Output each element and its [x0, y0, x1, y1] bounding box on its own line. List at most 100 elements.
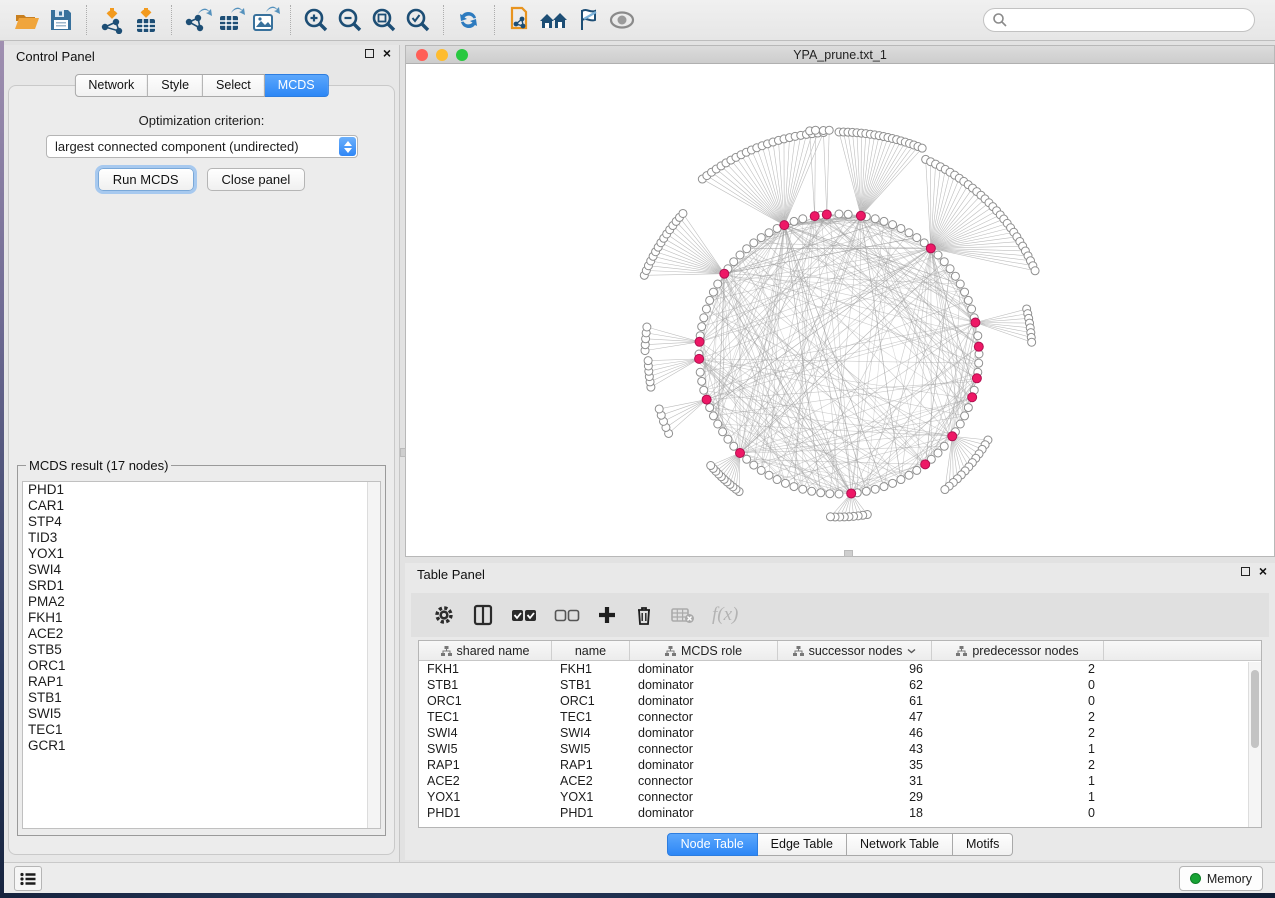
vizmap-icon[interactable] — [571, 4, 605, 36]
task-history-button[interactable] — [14, 866, 42, 891]
tab-mcds[interactable]: MCDS — [265, 74, 329, 97]
cell-predecessor-nodes[interactable]: 2 — [932, 725, 1104, 741]
network-node[interactable] — [946, 265, 954, 273]
cell-MCDS-role[interactable]: dominator — [630, 677, 778, 693]
network-node[interactable] — [862, 487, 870, 495]
mcds-result-item[interactable]: STP4 — [23, 514, 380, 530]
cell-MCDS-role[interactable]: connector — [630, 789, 778, 805]
network-graph[interactable] — [406, 64, 1274, 556]
network-from-clipboard-icon[interactable] — [503, 4, 537, 36]
network-node[interactable] — [702, 305, 710, 313]
mcds-hub-node[interactable] — [847, 489, 856, 498]
cell-successor-nodes[interactable]: 43 — [778, 741, 932, 757]
mcds-hub-node[interactable] — [972, 374, 981, 383]
cell-name[interactable]: YOX1 — [552, 789, 630, 805]
cell-predecessor-nodes[interactable]: 0 — [932, 677, 1104, 693]
network-node[interactable] — [913, 234, 921, 242]
cell-name[interactable]: SWI5 — [552, 741, 630, 757]
cell-shared-name[interactable]: FKH1 — [419, 661, 552, 677]
tab-motifs[interactable]: Motifs — [953, 833, 1013, 856]
save-session-icon[interactable] — [44, 4, 78, 36]
tab-network[interactable]: Network — [74, 74, 148, 97]
mcds-hub-node[interactable] — [968, 393, 977, 402]
zoom-selected-icon[interactable] — [401, 4, 435, 36]
cell-name[interactable]: ORC1 — [552, 693, 630, 709]
cell-predecessor-nodes[interactable]: 2 — [932, 661, 1104, 677]
tab-edge-table[interactable]: Edge Table — [758, 833, 847, 856]
network-node[interactable] — [706, 296, 714, 304]
refresh-icon[interactable] — [452, 4, 486, 36]
network-node[interactable] — [940, 258, 948, 266]
mcds-hub-node[interactable] — [856, 211, 865, 220]
network-node[interactable] — [905, 471, 913, 479]
cell-MCDS-role[interactable]: connector — [630, 709, 778, 725]
cell-name[interactable]: SWI4 — [552, 725, 630, 741]
table-row[interactable]: ORC1ORC1dominator610 — [419, 693, 1261, 709]
network-node[interactable] — [700, 314, 708, 322]
deselect-all-icon[interactable] — [554, 607, 580, 623]
select-all-icon[interactable] — [511, 607, 537, 623]
network-node[interactable] — [698, 323, 706, 331]
table-scrollbar[interactable] — [1248, 662, 1261, 827]
table-row[interactable]: YOX1YOX1connector291 — [419, 789, 1261, 805]
cell-successor-nodes[interactable]: 61 — [778, 693, 932, 709]
export-network-icon[interactable] — [180, 4, 214, 36]
network-node[interactable] — [940, 442, 948, 450]
splitter-handle[interactable] — [844, 550, 853, 557]
network-node[interactable] — [871, 215, 879, 223]
column-header-predecessor-nodes[interactable]: predecessor nodes — [932, 641, 1104, 660]
table-row[interactable]: PHD1PHD1dominator180 — [419, 805, 1261, 821]
tab-node-table[interactable]: Node Table — [667, 833, 758, 856]
network-node[interactable] — [719, 428, 727, 436]
cell-predecessor-nodes[interactable]: 0 — [932, 805, 1104, 821]
cell-shared-name[interactable]: STB1 — [419, 677, 552, 693]
tab-select[interactable]: Select — [203, 74, 265, 97]
run-mcds-button[interactable]: Run MCDS — [98, 168, 194, 191]
mcds-result-item[interactable]: TID3 — [23, 530, 380, 546]
tab-network-table[interactable]: Network Table — [847, 833, 953, 856]
cell-MCDS-role[interactable]: dominator — [630, 805, 778, 821]
mcds-hub-node[interactable] — [720, 269, 729, 278]
memory-button[interactable]: Memory — [1179, 866, 1263, 891]
float-window-icon[interactable] — [365, 49, 374, 58]
mcds-hub-node[interactable] — [921, 460, 930, 469]
table-row[interactable]: STB1STB1dominator620 — [419, 677, 1261, 693]
mcds-hub-node[interactable] — [926, 244, 935, 253]
network-node[interactable] — [844, 210, 852, 218]
network-node[interactable] — [750, 461, 758, 469]
network-node[interactable] — [968, 305, 976, 313]
network-node[interactable] — [913, 466, 921, 474]
search-input[interactable] — [1008, 13, 1246, 27]
cell-shared-name[interactable]: ORC1 — [419, 693, 552, 709]
network-node[interactable] — [889, 221, 897, 229]
tab-style[interactable]: Style — [148, 74, 203, 97]
import-table-icon[interactable] — [129, 4, 163, 36]
import-network-icon[interactable] — [95, 4, 129, 36]
network-canvas[interactable] — [406, 64, 1274, 556]
delete-icon[interactable] — [634, 604, 654, 626]
cell-shared-name[interactable]: PHD1 — [419, 805, 552, 821]
mcds-hub-node[interactable] — [736, 448, 745, 457]
cell-successor-nodes[interactable]: 46 — [778, 725, 932, 741]
cell-successor-nodes[interactable]: 47 — [778, 709, 932, 725]
network-node[interactable] — [964, 296, 972, 304]
mcds-result-item[interactable]: RAP1 — [23, 674, 380, 690]
cell-name[interactable]: ACE2 — [552, 773, 630, 789]
cell-shared-name[interactable]: RAP1 — [419, 757, 552, 773]
export-table-icon[interactable] — [214, 4, 248, 36]
network-node[interactable] — [730, 442, 738, 450]
network-node[interactable] — [897, 224, 905, 232]
mcds-hub-node[interactable] — [948, 432, 957, 441]
mcds-hub-node[interactable] — [974, 342, 983, 351]
mcds-result-item[interactable]: TEC1 — [23, 722, 380, 738]
close-panel-button[interactable]: Close panel — [207, 168, 306, 191]
network-node[interactable] — [765, 471, 773, 479]
network-node[interactable] — [781, 479, 789, 487]
scrollbar-thumb[interactable] — [1251, 670, 1259, 748]
mcds-hub-node[interactable] — [702, 395, 711, 404]
gear-icon[interactable] — [433, 604, 455, 626]
table-row[interactable]: SWI5SWI5connector431 — [419, 741, 1261, 757]
leaf-node[interactable] — [918, 144, 926, 152]
cell-shared-name[interactable]: SWI4 — [419, 725, 552, 741]
cell-shared-name[interactable]: YOX1 — [419, 789, 552, 805]
